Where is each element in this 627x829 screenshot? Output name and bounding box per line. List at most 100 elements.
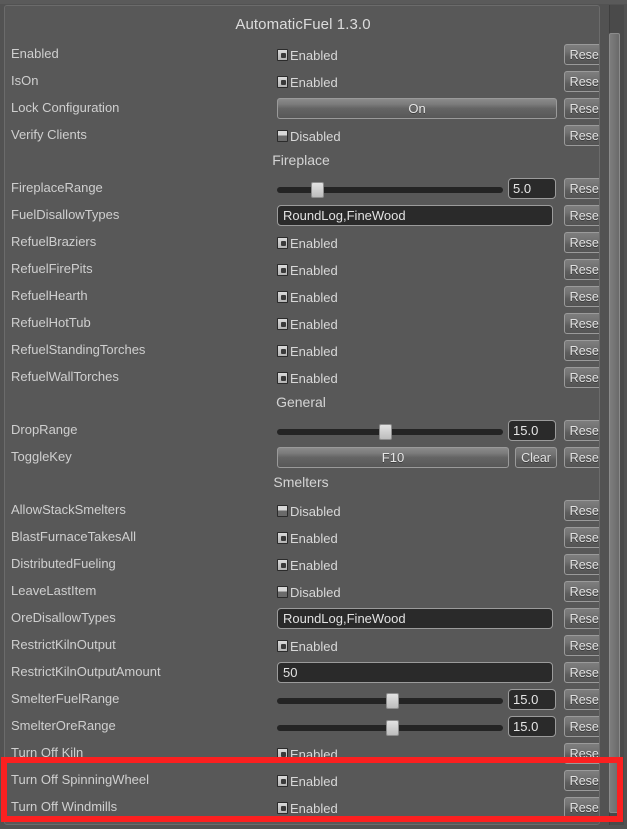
slider-value-input-smelterfuelrange[interactable]: 15.0 xyxy=(508,689,556,710)
toggle-ison[interactable]: Enabled xyxy=(277,72,338,92)
slider-thumb-droprange[interactable] xyxy=(379,424,393,440)
reset-button-refuelhearth[interactable]: Reset xyxy=(564,286,599,307)
reset-button-fueldisallowtypes[interactable]: Reset xyxy=(564,205,599,226)
checkbox-checked-icon[interactable] xyxy=(277,802,288,814)
toggle-refuelwalltorches[interactable]: Enabled xyxy=(277,368,338,388)
text-input-restrictkilnoutputamount[interactable]: 50 xyxy=(277,662,553,683)
reset-button-refuelhottub[interactable]: Reset xyxy=(564,313,599,334)
toggle-turn-off-kiln[interactable]: Enabled xyxy=(277,744,338,764)
checkbox-checked-icon[interactable] xyxy=(277,748,288,760)
toggle-verify-clients[interactable]: Disabled xyxy=(277,126,341,146)
toggle-refuelfirepits[interactable]: Enabled xyxy=(277,260,338,280)
reset-button-refuelstandingtorches[interactable]: Reset xyxy=(564,340,599,361)
setting-label-droprange: DropRange xyxy=(11,422,78,437)
reset-button-restrictkilnoutputamount[interactable]: Reset xyxy=(564,662,599,683)
settings-panel: AutomaticFuel 1.3.0 Fireplace General Smel… xyxy=(4,5,600,825)
reset-button-allowstacksmelters[interactable]: Reset xyxy=(564,500,599,521)
setting-label-refuelbraziers: RefuelBraziers xyxy=(11,234,97,249)
clear-button-togglekey[interactable]: Clear xyxy=(515,447,557,468)
checkbox-unchecked-icon[interactable] xyxy=(277,586,288,598)
section-header-general: General xyxy=(5,394,599,410)
slider-value-input-smelterorerange[interactable]: 15.0 xyxy=(508,716,556,737)
setting-row-verify-clients: Verify Clients Disabled Reset xyxy=(5,123,599,149)
checkbox-unchecked-icon[interactable] xyxy=(277,505,288,517)
reset-button-restrictkilnoutput[interactable]: Reset xyxy=(564,635,599,656)
toggle-blastfurnacetakesall[interactable]: Enabled xyxy=(277,528,338,548)
checkbox-unchecked-icon[interactable] xyxy=(277,130,288,142)
window-top-edge xyxy=(0,0,627,4)
reset-button-refuelwalltorches[interactable]: Reset xyxy=(564,367,599,388)
toggle-allowstacksmelters[interactable]: Disabled xyxy=(277,501,341,521)
reset-button-blastfurnacetakesall[interactable]: Reset xyxy=(564,527,599,548)
checkbox-checked-icon[interactable] xyxy=(277,49,288,61)
keybind-button-togglekey[interactable]: F10 xyxy=(277,447,509,468)
reset-button-smelterfuelrange[interactable]: Reset xyxy=(564,689,599,710)
checkbox-checked-icon[interactable] xyxy=(277,532,288,544)
text-input-fueldisallowtypes[interactable]: RoundLog,FineWood xyxy=(277,205,553,226)
slider-fireplacerange[interactable] xyxy=(277,182,503,198)
reset-button-togglekey[interactable]: Reset xyxy=(564,447,599,468)
reset-button-oredisallowtypes[interactable]: Reset xyxy=(564,608,599,629)
checkbox-checked-icon[interactable] xyxy=(277,775,288,787)
toggle-turn-off-spinningwheel[interactable]: Enabled xyxy=(277,771,338,791)
slider-value-input-fireplacerange[interactable]: 5.0 xyxy=(508,178,556,199)
reset-button-ison[interactable]: Reset xyxy=(564,71,599,92)
checkbox-checked-icon[interactable] xyxy=(277,264,288,276)
reset-button-lock-configuration[interactable]: Reset xyxy=(564,98,599,119)
toggle-distributedfueling[interactable]: Enabled xyxy=(277,555,338,575)
checkbox-checked-icon[interactable] xyxy=(277,318,288,330)
toggle-state-label: Enabled xyxy=(290,47,338,63)
slider-smelterfuelrange[interactable] xyxy=(277,693,503,709)
slider-value-input-droprange[interactable]: 15.0 xyxy=(508,420,556,441)
reset-button-verify-clients[interactable]: Reset xyxy=(564,125,599,146)
checkbox-checked-icon[interactable] xyxy=(277,76,288,88)
reset-button-smelterorerange[interactable]: Reset xyxy=(564,716,599,737)
setting-label-smelterorerange: SmelterOreRange xyxy=(11,718,116,733)
checkbox-checked-icon[interactable] xyxy=(277,372,288,384)
slider-thumb-smelterfuelrange[interactable] xyxy=(385,693,399,709)
setting-label-refuelhearth: RefuelHearth xyxy=(11,288,88,303)
section-header-label: General xyxy=(276,394,326,410)
reset-button-refuelfirepits[interactable]: Reset xyxy=(564,259,599,280)
setting-row-refuelfirepits: RefuelFirePits Enabled Reset xyxy=(5,257,599,283)
slider-droprange[interactable] xyxy=(277,424,503,440)
slider-smelterorerange[interactable] xyxy=(277,720,503,736)
reset-button-turn-off-spinningwheel[interactable]: Reset xyxy=(564,770,599,791)
toggle-state-label: Enabled xyxy=(290,800,338,816)
setting-row-togglekey: ToggleKey F10 Clear Reset xyxy=(5,445,599,471)
text-input-oredisallowtypes[interactable]: RoundLog,FineWood xyxy=(277,608,553,629)
checkbox-checked-icon[interactable] xyxy=(277,559,288,571)
setting-row-ison: IsOn Enabled Reset xyxy=(5,69,599,95)
setting-row-lock-configuration: Lock Configuration On Reset xyxy=(5,96,599,122)
reset-button-leavelastitem[interactable]: Reset xyxy=(564,581,599,602)
toggle-refuelstandingtorches[interactable]: Enabled xyxy=(277,341,338,361)
checkbox-checked-icon[interactable] xyxy=(277,640,288,652)
reset-button-enabled[interactable]: Reset xyxy=(564,44,599,65)
toggle-turn-off-windmills[interactable]: Enabled xyxy=(277,798,338,818)
toggle-leavelastitem[interactable]: Disabled xyxy=(277,582,341,602)
vertical-scrollbar-thumb[interactable] xyxy=(609,33,620,813)
reset-button-distributedfueling[interactable]: Reset xyxy=(564,554,599,575)
slider-thumb-smelterorerange[interactable] xyxy=(385,720,399,736)
toggle-refuelhearth[interactable]: Enabled xyxy=(277,287,338,307)
setting-row-blastfurnacetakesall: BlastFurnaceTakesAll Enabled Reset xyxy=(5,525,599,551)
reset-button-droprange[interactable]: Reset xyxy=(564,420,599,441)
slider-thumb-fireplacerange[interactable] xyxy=(311,182,325,198)
checkbox-checked-icon[interactable] xyxy=(277,345,288,357)
reset-button-turn-off-kiln[interactable]: Reset xyxy=(564,743,599,764)
reset-button-refuelbraziers[interactable]: Reset xyxy=(564,232,599,253)
checkbox-checked-icon[interactable] xyxy=(277,291,288,303)
button-lock-configuration[interactable]: On xyxy=(277,98,557,119)
toggle-restrictkilnoutput[interactable]: Enabled xyxy=(277,636,338,656)
setting-label-togglekey: ToggleKey xyxy=(11,449,72,464)
toggle-refuelbraziers[interactable]: Enabled xyxy=(277,233,338,253)
setting-row-leavelastitem: LeaveLastItem Disabled Reset xyxy=(5,579,599,605)
setting-label-restrictkilnoutputamount: RestrictKilnOutputAmount xyxy=(11,664,161,679)
reset-button-fireplacerange[interactable]: Reset xyxy=(564,178,599,199)
setting-row-turn-off-windmills: Turn Off Windmills Enabled Reset xyxy=(5,795,599,821)
reset-button-turn-off-windmills[interactable]: Reset xyxy=(564,797,599,818)
checkbox-checked-icon[interactable] xyxy=(277,237,288,249)
toggle-refuelhottub[interactable]: Enabled xyxy=(277,314,338,334)
toggle-enabled[interactable]: Enabled xyxy=(277,45,338,65)
vertical-scrollbar-track[interactable] xyxy=(609,5,624,825)
